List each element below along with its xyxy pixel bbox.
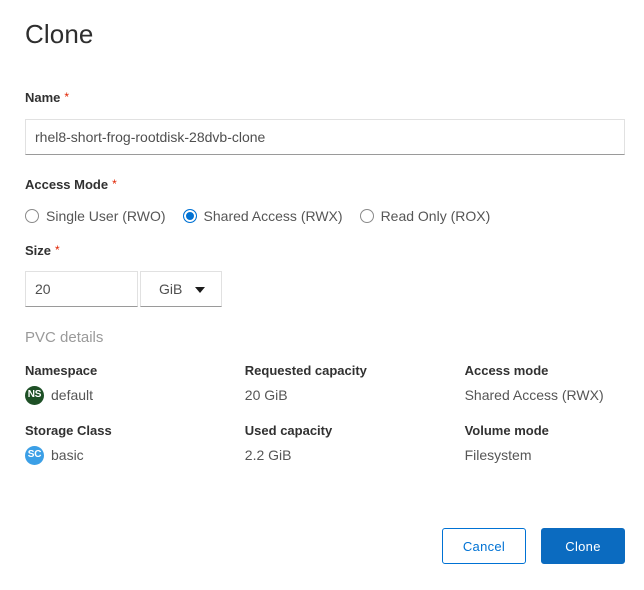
detail-cell: Used capacity [245,422,465,440]
detail-value-row: SC basic 2.2 GiB Filesystem [25,440,625,466]
radio-unchecked-icon [25,209,39,223]
clone-button[interactable]: Clone [541,528,625,564]
name-input[interactable] [25,119,625,155]
detail-cell: NS default [25,380,245,406]
detail-value-text: 2.2 GiB [245,444,457,466]
detail-cell: Shared Access (RWX) [465,380,625,406]
radio-shared-access-rwx[interactable]: Shared Access (RWX) [183,208,343,224]
access-mode-required-asterisk: * [112,177,117,191]
size-input[interactable] [25,271,138,307]
storage-class-badge-icon: SC [25,446,44,465]
size-required-asterisk: * [55,243,60,257]
storage-class-value: SC basic [25,444,237,466]
radio-label: Single User (RWO) [46,208,166,224]
pvc-details-grid: Namespace Requested capacity Access mode… [25,362,625,482]
detail-head: Used capacity [245,422,457,440]
radio-single-user-rwo[interactable]: Single User (RWO) [25,208,166,224]
size-label: Size * [25,243,60,259]
access-mode-label-text: Access Mode [25,177,108,192]
detail-value-text: 20 GiB [245,384,457,406]
detail-head: Requested capacity [245,362,457,380]
detail-cell: Requested capacity [245,362,465,380]
radio-label: Read Only (ROX) [381,208,491,224]
detail-cell: Access mode [465,362,625,380]
detail-head: Storage Class [25,422,237,440]
pvc-details-heading: PVC details [25,329,103,347]
radio-label: Shared Access (RWX) [204,208,343,224]
detail-head: Namespace [25,362,237,380]
name-label: Name * [25,90,69,106]
detail-head: Access mode [465,362,617,380]
access-mode-radio-group: Single User (RWO) Shared Access (RWX) Re… [25,208,507,224]
size-field-group: GiB [25,271,222,307]
dialog-footer: Cancel Clone [0,528,644,564]
detail-value-text: Filesystem [465,444,617,466]
detail-head: Volume mode [465,422,617,440]
clone-dialog: Clone Name * Access Mode * Single User (RW… [0,0,644,590]
size-unit-value: GiB [159,281,182,297]
cancel-button[interactable]: Cancel [442,528,526,564]
radio-unchecked-icon [360,209,374,223]
radio-checked-icon [183,209,197,223]
detail-value-text: default [51,384,93,406]
page-title: Clone [25,18,93,50]
namespace-value: NS default [25,384,237,406]
detail-cell: Filesystem [465,440,625,466]
size-label-text: Size [25,243,51,258]
detail-cell: 2.2 GiB [245,440,465,466]
detail-value-row: NS default 20 GiB Shared Access (RWX) [25,380,625,406]
namespace-badge-icon: NS [25,386,44,405]
detail-value-text: basic [51,444,84,466]
detail-header-row: Storage Class Used capacity Volume mode [25,422,625,440]
detail-value-text: Shared Access (RWX) [465,384,617,406]
size-unit-select[interactable]: GiB [140,271,222,307]
detail-cell: 20 GiB [245,380,465,406]
name-required-asterisk: * [64,90,69,104]
access-mode-label: Access Mode * [25,177,117,193]
detail-cell: Namespace [25,362,245,380]
radio-read-only-rox[interactable]: Read Only (ROX) [360,208,491,224]
detail-header-row: Namespace Requested capacity Access mode [25,362,625,380]
detail-cell: Volume mode [465,422,625,440]
detail-cell: SC basic [25,440,245,466]
chevron-down-icon [195,287,205,293]
detail-cell: Storage Class [25,422,245,440]
name-label-text: Name [25,90,60,105]
